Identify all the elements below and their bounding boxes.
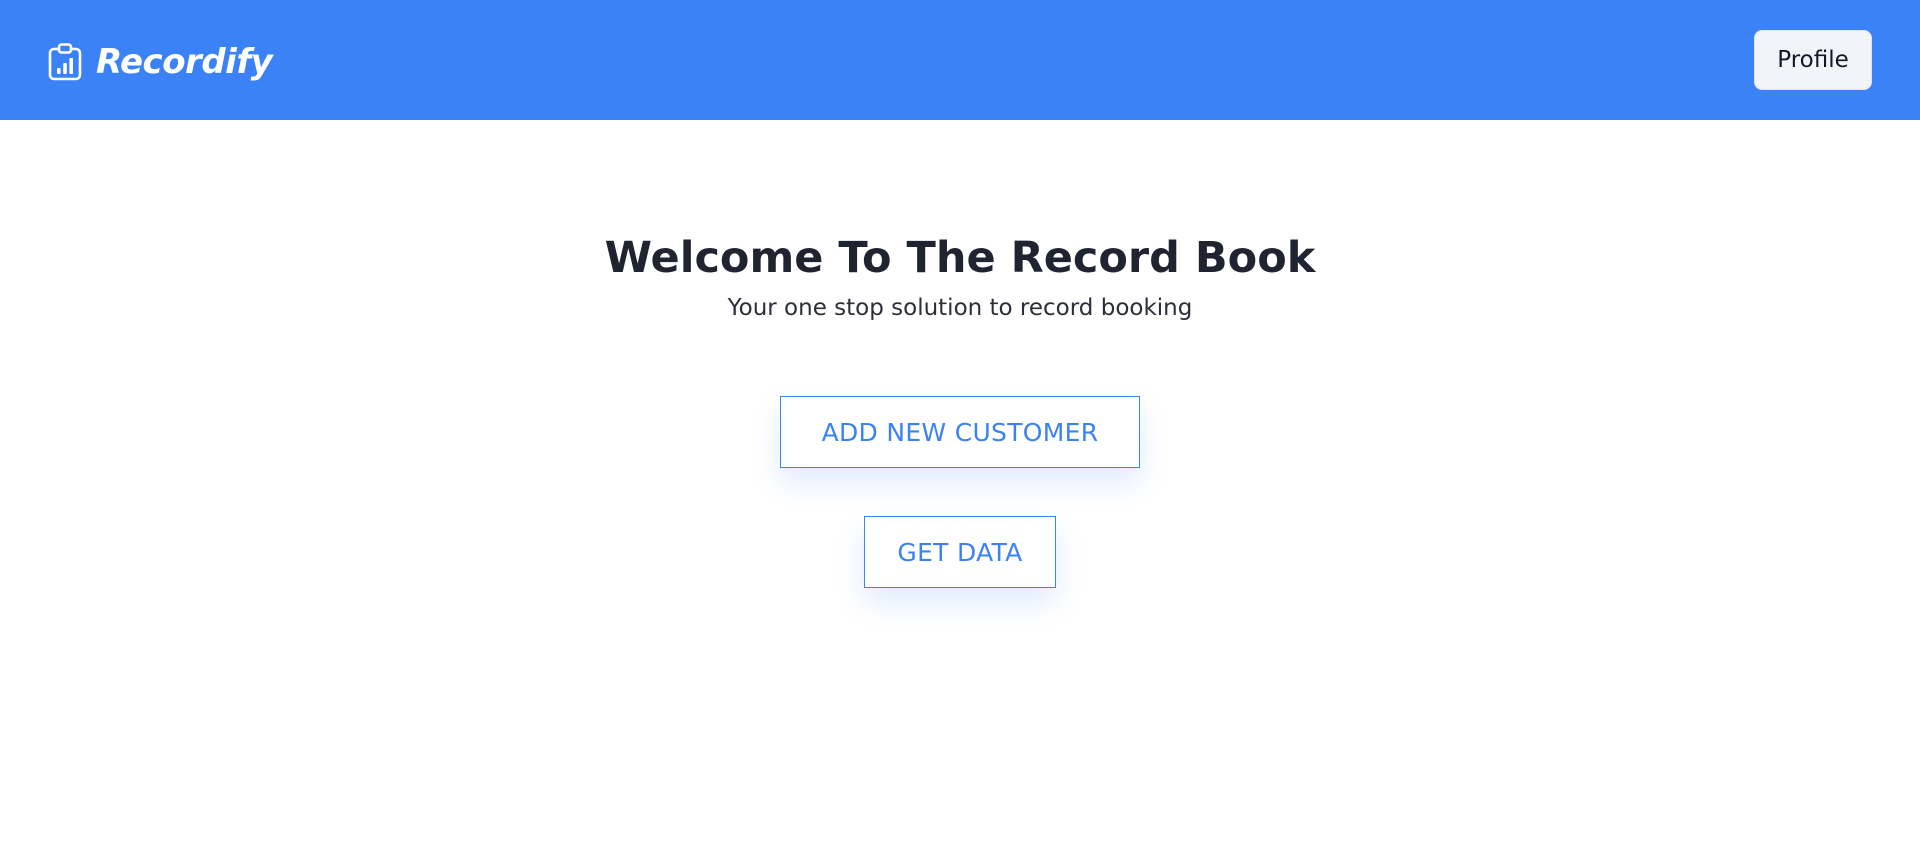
profile-button[interactable]: Profile [1754, 30, 1872, 90]
top-navbar: Recordify Profile [0, 0, 1920, 120]
brand-logo[interactable]: Recordify [48, 40, 273, 84]
get-data-button[interactable]: GET DATA [864, 516, 1056, 588]
clipboard-chart-icon [48, 43, 82, 81]
page-subtitle: Your one stop solution to record booking [727, 295, 1193, 321]
add-new-customer-button[interactable]: ADD NEW CUSTOMER [780, 396, 1140, 468]
brand-name: Recordify [96, 42, 273, 82]
page-title: Welcome To The Record Book [604, 233, 1316, 283]
